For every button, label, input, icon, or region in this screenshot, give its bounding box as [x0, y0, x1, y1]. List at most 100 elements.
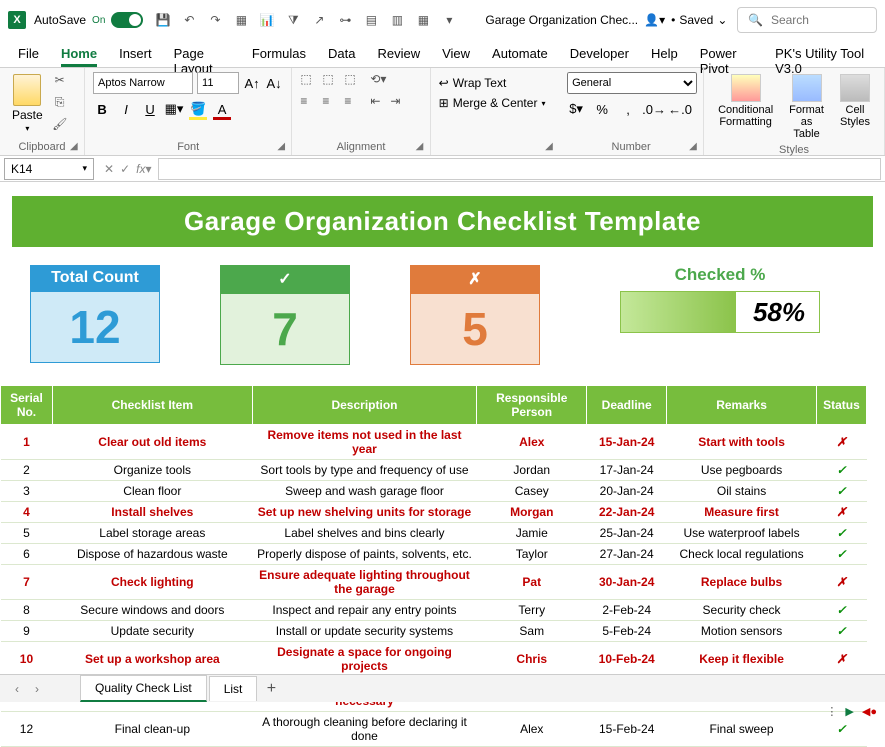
cell[interactable]: Taylor	[477, 544, 587, 565]
cell[interactable]: Use waterproof labels	[667, 523, 817, 544]
search-input[interactable]	[771, 13, 866, 27]
cell[interactable]: Check lighting	[52, 565, 252, 600]
cell[interactable]: Update security	[52, 621, 252, 642]
paste-button[interactable]: Paste ▾	[8, 72, 47, 135]
cell[interactable]: Label storage areas	[52, 523, 252, 544]
th-status[interactable]: Status	[816, 386, 866, 425]
merge-center-button[interactable]: ⊞ Merge & Center ▾	[439, 96, 551, 110]
cell[interactable]: 5	[1, 523, 53, 544]
increase-font-icon[interactable]: A↑	[243, 74, 261, 92]
cell[interactable]: 25-Jan-24	[587, 523, 667, 544]
cell[interactable]: Set up new shelving units for storage	[252, 502, 477, 523]
cell[interactable]: 6	[1, 544, 53, 565]
search-box[interactable]: 🔍	[737, 7, 877, 33]
cell[interactable]: Measure first	[667, 502, 817, 523]
cell[interactable]: Keep it flexible	[667, 642, 817, 677]
status-cell[interactable]: ✗	[816, 425, 866, 460]
next-sheet-icon[interactable]: ›	[28, 680, 46, 698]
cell[interactable]: Label shelves and bins clearly	[252, 523, 477, 544]
play-icon[interactable]: ▶	[845, 705, 853, 718]
table-row[interactable]: 6Dispose of hazardous wasteProperly disp…	[1, 544, 867, 565]
cell[interactable]: 10	[1, 642, 53, 677]
align-bottom-icon[interactable]: ⬚	[344, 72, 362, 90]
name-box[interactable]: K14 ▾	[4, 158, 94, 180]
status-cell[interactable]: ✓	[816, 621, 866, 642]
cell[interactable]: Ensure adequate lighting throughout the …	[252, 565, 477, 600]
status-cell[interactable]: ✓	[816, 600, 866, 621]
copy-icon[interactable]: ⎘	[51, 94, 69, 110]
cell[interactable]: 22-Jan-24	[587, 502, 667, 523]
cell[interactable]: Organize tools	[52, 460, 252, 481]
status-cell[interactable]: ✓	[816, 460, 866, 481]
tab-review[interactable]: Review	[377, 44, 420, 67]
tab-formulas[interactable]: Formulas	[252, 44, 306, 67]
table-row[interactable]: 1Clear out old itemsRemove items not use…	[1, 425, 867, 460]
format-as-table-button[interactable]: Format as Table	[783, 72, 830, 142]
cell[interactable]: 1	[1, 425, 53, 460]
cell[interactable]: 2-Feb-24	[587, 600, 667, 621]
number-launcher-icon[interactable]: ◢	[689, 141, 701, 153]
formula-input[interactable]	[158, 158, 882, 180]
calc-icon[interactable]: ▦	[415, 12, 431, 28]
cell[interactable]: Oil stains	[667, 481, 817, 502]
border-button[interactable]: ▦▾	[165, 100, 183, 118]
cell[interactable]: Final sweep	[667, 712, 817, 747]
th-deadline[interactable]: Deadline	[587, 386, 667, 425]
tab-help[interactable]: Help	[651, 44, 678, 67]
filter-icon[interactable]: ⧩	[285, 12, 301, 28]
cell[interactable]: Inspect and repair any entry points	[252, 600, 477, 621]
cell[interactable]: 8	[1, 600, 53, 621]
status-cell[interactable]: ✗	[816, 565, 866, 600]
table-row[interactable]: 9Update securityInstall or update securi…	[1, 621, 867, 642]
th-desc[interactable]: Description	[252, 386, 477, 425]
th-item[interactable]: Checklist Item	[52, 386, 252, 425]
share-icon[interactable]: ↗	[311, 12, 327, 28]
cell[interactable]: Chris	[477, 642, 587, 677]
link-icon[interactable]: ⊶	[337, 12, 353, 28]
increase-indent-icon[interactable]: ⇥	[390, 94, 408, 112]
chart-icon[interactable]: 📊	[259, 12, 275, 28]
cell[interactable]: Remove items not used in the last year	[252, 425, 477, 460]
cell[interactable]: 7	[1, 565, 53, 600]
status-cell[interactable]: ✗	[816, 642, 866, 677]
cell[interactable]: Secure windows and doors	[52, 600, 252, 621]
table-icon[interactable]: ▤	[363, 12, 379, 28]
cell[interactable]: 27-Jan-24	[587, 544, 667, 565]
fill-color-button[interactable]: 🪣	[189, 100, 207, 118]
bold-button[interactable]: B	[93, 100, 111, 118]
cell[interactable]: Dispose of hazardous waste	[52, 544, 252, 565]
align-left-icon[interactable]: ≡	[300, 94, 318, 112]
fx-icon[interactable]: fx▾	[136, 162, 151, 176]
status-cell[interactable]: ✓	[816, 481, 866, 502]
table-row[interactable]: 4Install shelvesSet up new shelving unit…	[1, 502, 867, 523]
table-row[interactable]: 8Secure windows and doorsInspect and rep…	[1, 600, 867, 621]
table-row[interactable]: 12Final clean-upA thorough cleaning befo…	[1, 712, 867, 747]
cell[interactable]: Casey	[477, 481, 587, 502]
cell[interactable]: 17-Jan-24	[587, 460, 667, 481]
cell[interactable]: Pat	[477, 565, 587, 600]
cell[interactable]: 5-Feb-24	[587, 621, 667, 642]
prev-sheet-icon[interactable]: ‹	[8, 680, 26, 698]
cell[interactable]: Final clean-up	[52, 712, 252, 747]
tab-view[interactable]: View	[442, 44, 470, 67]
underline-button[interactable]: U	[141, 100, 159, 118]
cell[interactable]: Sam	[477, 621, 587, 642]
autosave-toggle[interactable]: AutoSave On	[34, 12, 143, 28]
tab-automate[interactable]: Automate	[492, 44, 548, 67]
cell[interactable]: Replace bulbs	[667, 565, 817, 600]
more-icon[interactable]: ▾	[441, 12, 457, 28]
tab-page-layout[interactable]: Page Layout	[174, 44, 230, 67]
dots-icon[interactable]: ⋮	[826, 705, 837, 718]
cell[interactable]: Clean floor	[52, 481, 252, 502]
status-cell[interactable]: ✓	[816, 544, 866, 565]
table-row[interactable]: 7Check lightingEnsure adequate lighting …	[1, 565, 867, 600]
tab-data[interactable]: Data	[328, 44, 355, 67]
cell[interactable]: 10-Feb-24	[587, 642, 667, 677]
cell[interactable]: 30-Jan-24	[587, 565, 667, 600]
cell[interactable]: 15-Feb-24	[587, 712, 667, 747]
wrap-text-button[interactable]: ↩ Wrap Text	[439, 76, 551, 90]
cell[interactable]: Sweep and wash garage floor	[252, 481, 477, 502]
cancel-formula-icon[interactable]: ✕	[104, 162, 114, 176]
cell[interactable]: Terry	[477, 600, 587, 621]
cell[interactable]: A thorough cleaning before declaring it …	[252, 712, 477, 747]
